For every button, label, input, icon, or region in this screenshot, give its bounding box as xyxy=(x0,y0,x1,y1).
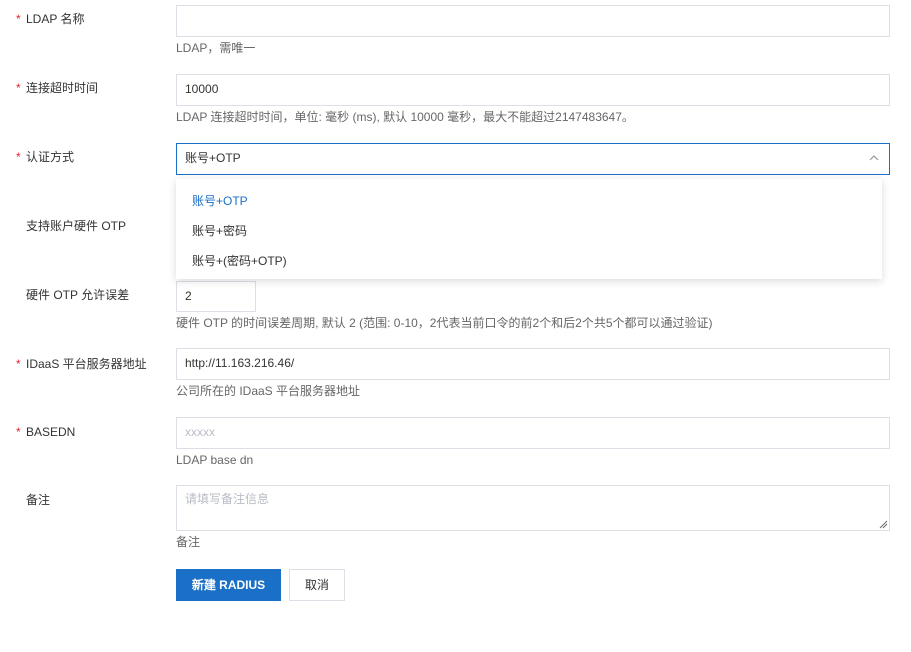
remark-textarea[interactable]: 请填写备注信息 xyxy=(176,485,890,531)
remark-placeholder: 请填写备注信息 xyxy=(185,492,269,506)
idaas-address-input[interactable]: http://11.163.216.46/ xyxy=(176,348,890,380)
remark-help: 备注 xyxy=(176,534,200,550)
otp-tolerance-label: 硬件 OTP 允许误差 xyxy=(16,287,129,303)
timeout-label-text: 连接超时时间 xyxy=(26,81,98,95)
idaas-address-help: 公司所在的 IDaaS 平台服务器地址 xyxy=(176,383,360,399)
remark-label: 备注 xyxy=(16,492,50,508)
ldap-name-help: LDAP，需唯一 xyxy=(176,40,255,56)
auth-method-label: *认证方式 xyxy=(16,149,74,165)
idaas-address-label: *IDaaS 平台服务器地址 xyxy=(16,356,147,372)
timeout-help: LDAP 连接超时时间，单位: 毫秒 (ms), 默认 10000 毫秒，最大不… xyxy=(176,109,634,125)
required-mark: * xyxy=(16,11,26,27)
otp-tolerance-label-text: 硬件 OTP 允许误差 xyxy=(26,288,129,302)
auth-method-dropdown: 账号+OTP 账号+密码 账号+(密码+OTP) xyxy=(176,179,882,279)
chevron-up-icon[interactable] xyxy=(869,154,879,162)
basedn-input[interactable]: xxxxx xyxy=(176,417,890,449)
auth-method-select[interactable]: 账号+OTP xyxy=(176,143,890,175)
required-mark: * xyxy=(16,80,26,96)
idaas-address-label-text: IDaaS 平台服务器地址 xyxy=(26,357,147,371)
auth-method-label-text: 认证方式 xyxy=(26,150,74,164)
basedn-placeholder: xxxxx xyxy=(185,425,215,439)
hardware-otp-label-text: 支持账户硬件 OTP xyxy=(26,219,126,233)
required-mark: * xyxy=(16,424,26,440)
auth-option-account-password[interactable]: 账号+密码 xyxy=(176,216,882,246)
otp-tolerance-help: 硬件 OTP 的时间误差周期, 默认 2 (范围: 0-10，2代表当前口令的前… xyxy=(176,315,713,331)
resize-grip-icon[interactable] xyxy=(879,520,888,529)
ldap-name-label-text: LDAP 名称 xyxy=(26,12,84,26)
ldap-name-label: *LDAP 名称 xyxy=(16,11,84,27)
auth-method-value: 账号+OTP xyxy=(185,151,241,165)
timeout-input[interactable]: 10000 xyxy=(176,74,890,106)
otp-tolerance-input[interactable]: 2 xyxy=(176,281,256,312)
basedn-label: *BASEDN xyxy=(16,424,75,440)
timeout-label: *连接超时时间 xyxy=(16,80,98,96)
hardware-otp-label: 支持账户硬件 OTP xyxy=(16,218,126,234)
required-mark: * xyxy=(16,149,26,165)
create-radius-button[interactable]: 新建 RADIUS xyxy=(176,569,281,601)
auth-option-account-otp[interactable]: 账号+OTP xyxy=(176,186,882,216)
auth-option-account-password-otp[interactable]: 账号+(密码+OTP) xyxy=(176,246,882,276)
basedn-label-text: BASEDN xyxy=(26,425,75,439)
basedn-help: LDAP base dn xyxy=(176,452,253,468)
required-mark: * xyxy=(16,356,26,372)
ldap-name-input[interactable] xyxy=(176,5,890,37)
remark-label-text: 备注 xyxy=(26,493,50,507)
cancel-button[interactable]: 取消 xyxy=(289,569,345,601)
